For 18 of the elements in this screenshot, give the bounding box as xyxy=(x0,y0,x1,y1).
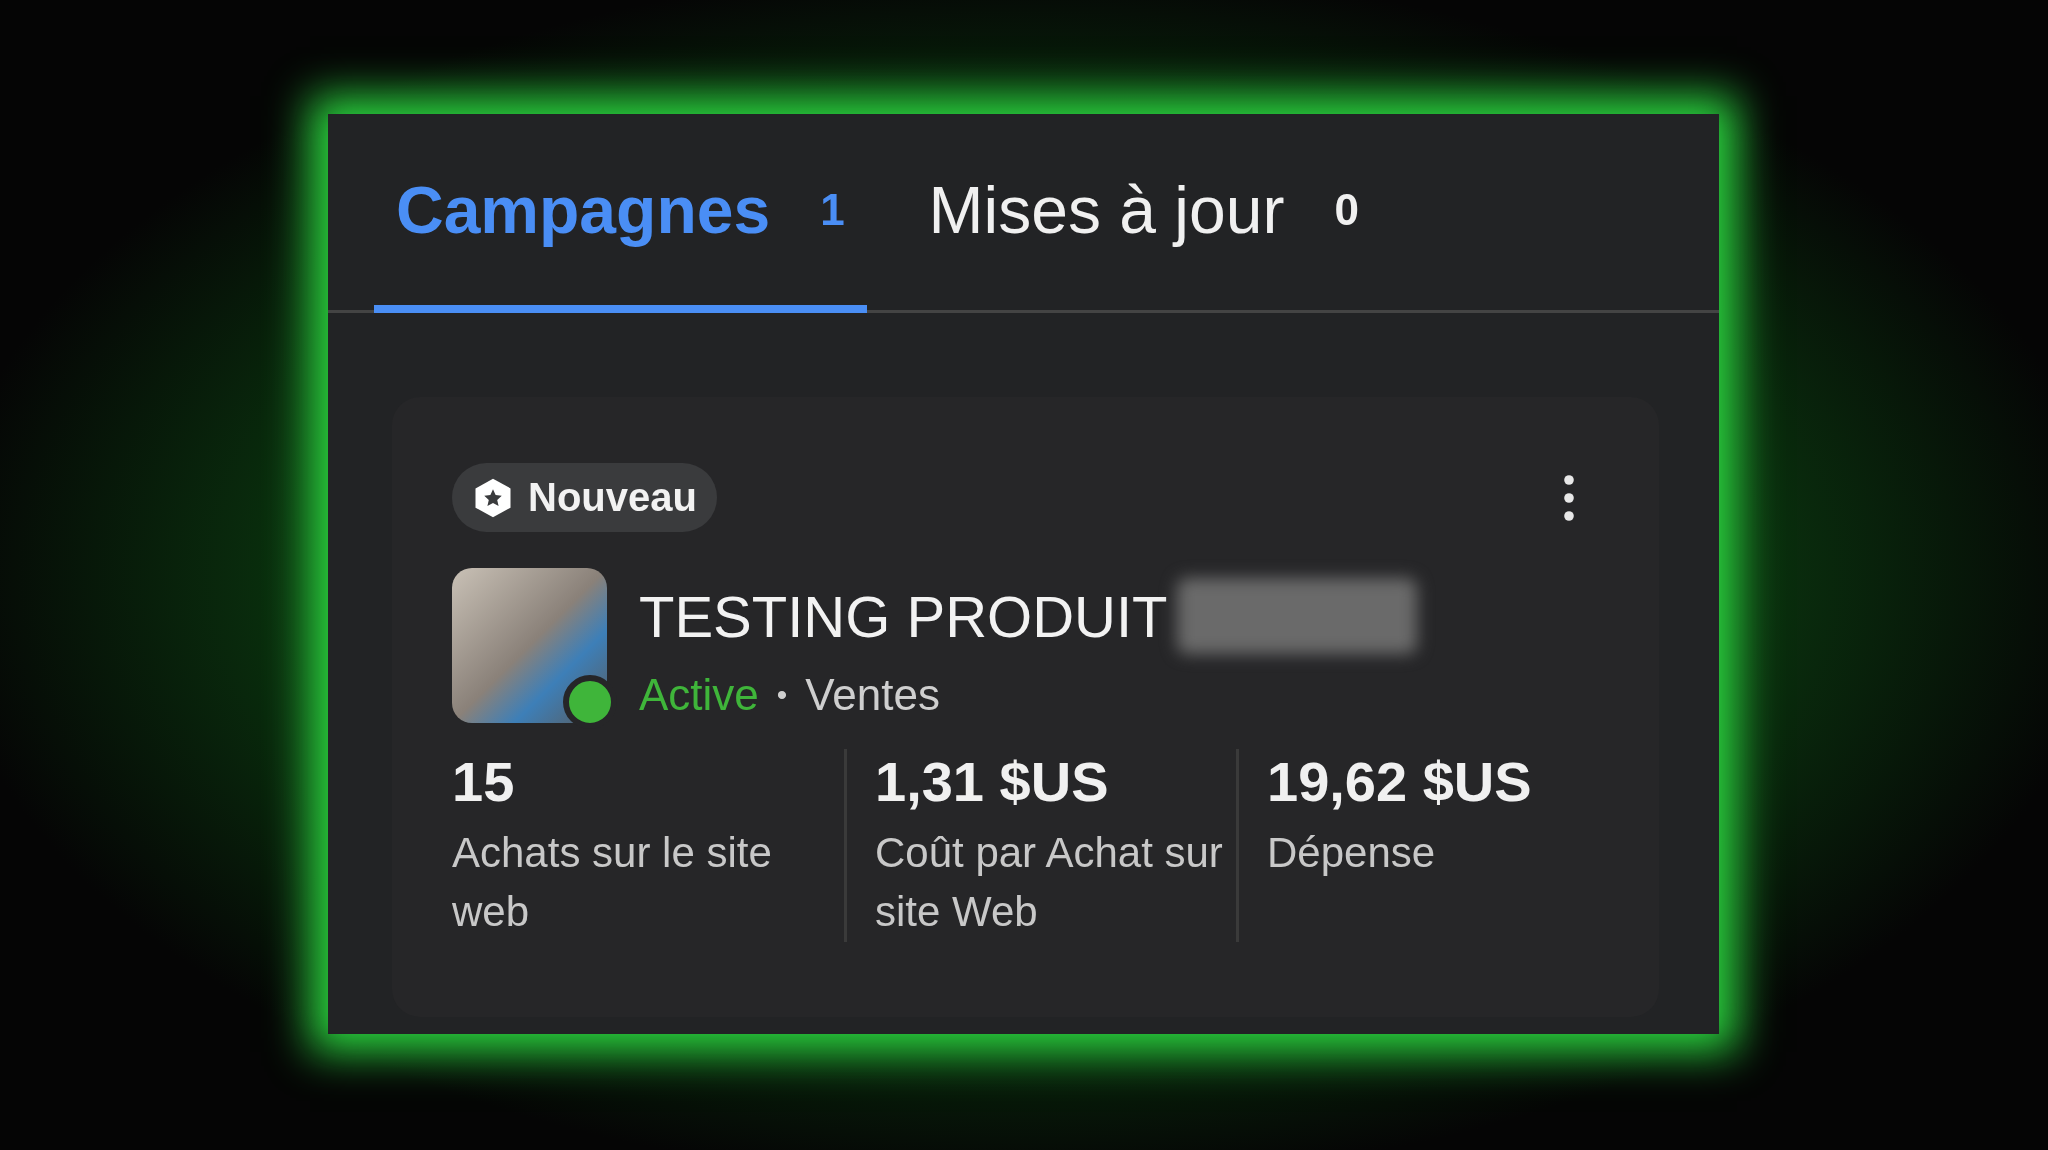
metric-value: 19,62 $US xyxy=(1267,749,1533,814)
metric-label: Achats sur le site web xyxy=(452,828,773,937)
tab[interactable]: Campagnes 1 xyxy=(374,114,867,313)
tab-count: 0 xyxy=(1334,184,1359,235)
tab-label: Campagnes xyxy=(396,171,771,248)
campaign-name: TESTING PRODUIT xyxy=(639,582,1168,650)
new-badge: Nouveau xyxy=(452,463,717,532)
tab-label: Mises à jour xyxy=(928,171,1285,248)
metric-value: 1,31 $US xyxy=(875,749,1110,814)
metric-value: 15 xyxy=(452,749,516,814)
metric-label: Coût par Achat sur site Web xyxy=(875,828,1224,937)
tab[interactable]: Mises à jour 0 xyxy=(906,114,1381,313)
more-options-icon[interactable] xyxy=(1563,472,1575,523)
campaign-status: Active xyxy=(639,670,759,720)
separator-dot: • xyxy=(776,678,788,712)
campaign-objective: Ventes xyxy=(805,670,940,720)
metric-label: Dépense xyxy=(1267,828,1437,878)
tab-count: 1 xyxy=(820,184,845,235)
